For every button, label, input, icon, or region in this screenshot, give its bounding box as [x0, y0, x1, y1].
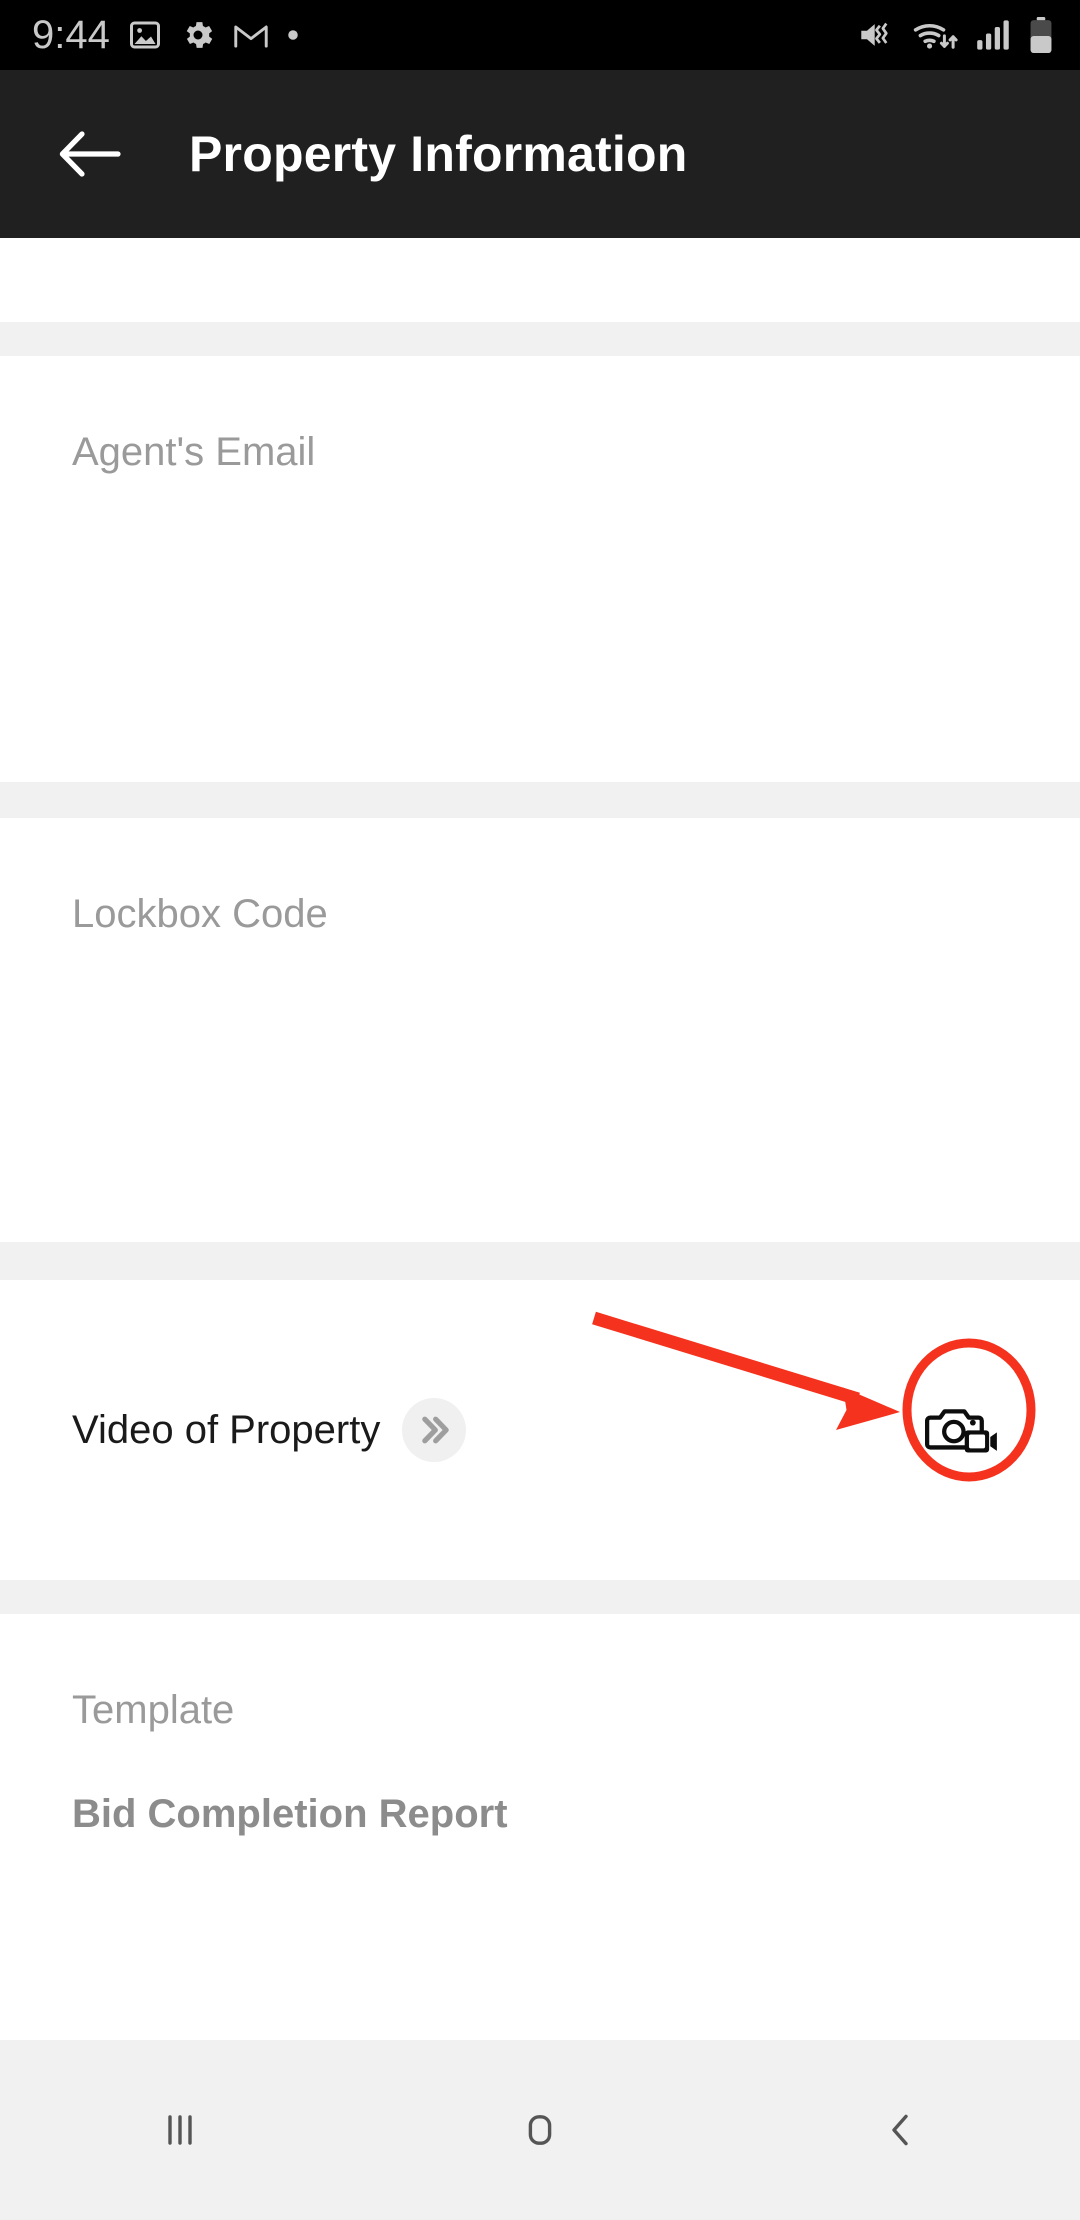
agents-email-label: Agent's Email — [72, 430, 316, 474]
double-chevron-right-icon[interactable] — [402, 1398, 467, 1462]
app-bar: Property Information — [0, 70, 1080, 238]
status-clock: 9:44 — [32, 13, 110, 57]
battery-icon — [1030, 16, 1052, 54]
gmail-icon — [234, 25, 268, 48]
form-field-agents-email[interactable]: Agent's Email — [0, 356, 1080, 782]
camera-video-capture-button[interactable] — [916, 1384, 1008, 1476]
camera-video-icon — [925, 1409, 997, 1453]
system-navigation-bar — [0, 2040, 1080, 2220]
status-bar: 9:44 — [0, 0, 1080, 70]
lockbox-code-label: Lockbox Code — [72, 892, 328, 936]
status-bar-left: 9:44 — [32, 15, 300, 55]
home-icon — [528, 2115, 552, 2145]
chevron-left-icon — [892, 2114, 908, 2146]
section-separator — [0, 1580, 1080, 1614]
navigate-back-button[interactable] — [42, 106, 138, 202]
template-label: Template — [72, 1688, 235, 1732]
back-arrow-icon — [59, 131, 121, 177]
cellular-signal-icon — [977, 20, 1009, 50]
home-button[interactable] — [360, 2040, 720, 2220]
back-button[interactable] — [720, 2040, 1080, 2220]
video-of-property-row[interactable]: Video of Property — [0, 1280, 1080, 1580]
section-separator — [0, 782, 1080, 818]
settings-gear-icon — [186, 22, 213, 48]
form-card-spacer — [0, 238, 1080, 322]
status-bar-right — [857, 16, 1054, 54]
section-separator — [0, 1242, 1080, 1280]
form-scroll-area[interactable]: Agent's Email Lockbox Code Video of Prop… — [0, 238, 1080, 2042]
page-title: Property Information — [189, 126, 688, 182]
recents-icon — [168, 2115, 192, 2145]
template-value: Bid Completion Report — [72, 1792, 508, 1836]
form-field-template[interactable]: Template Bid Completion Report — [0, 1614, 1080, 2042]
recents-button[interactable] — [0, 2040, 360, 2220]
dot-indicator-icon — [288, 30, 298, 40]
mute-vibrate-icon — [861, 22, 888, 46]
wifi-icon — [913, 23, 958, 49]
video-of-property-label: Video of Property — [72, 1407, 381, 1452]
section-separator — [0, 322, 1080, 356]
form-field-lockbox-code[interactable]: Lockbox Code — [0, 818, 1080, 1242]
phone-screen: 9:44 Property Information Agent's Email … — [0, 0, 1080, 2220]
form-row-video-of-property[interactable]: Video of Property — [0, 1280, 1080, 1580]
photos-icon — [129, 21, 160, 49]
